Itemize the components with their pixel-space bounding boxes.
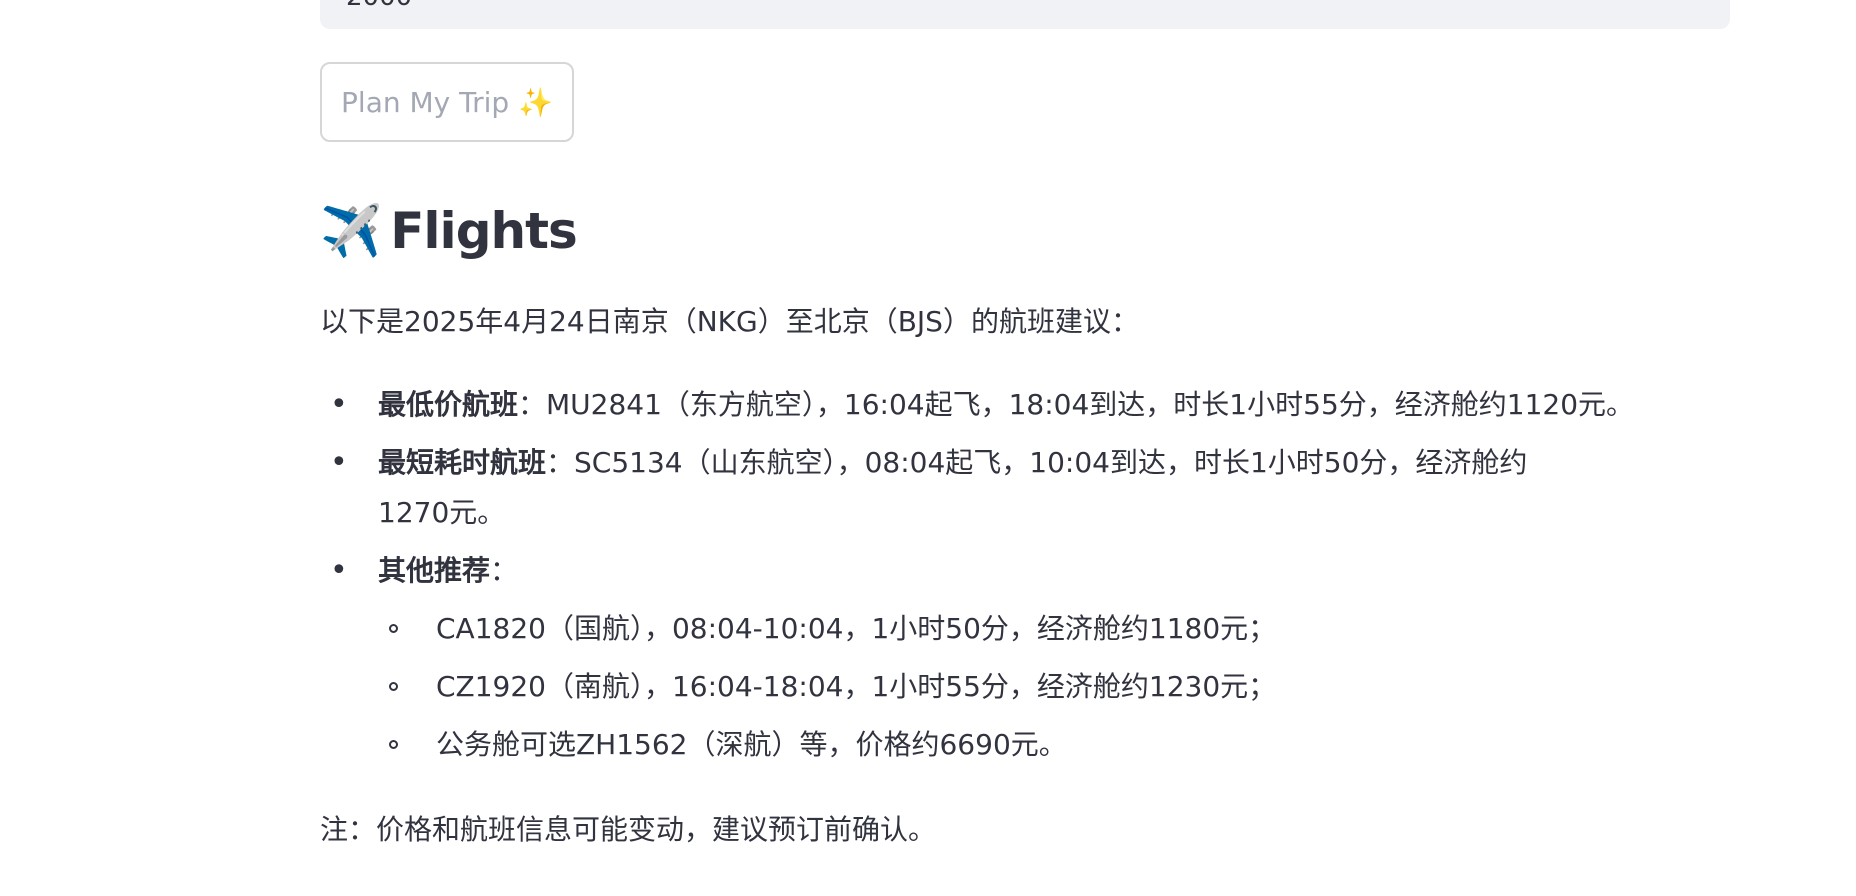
price-disclaimer-note: 注：价格和航班信息可能变动，建议预订前确认。 <box>320 813 937 846</box>
cheapest-flight-detail: ：MU2841（东方航空），16:04起飞，18:04到达，时长1小时55分，经… <box>518 388 1635 421</box>
airplane-icon: ✈️ <box>320 202 383 260</box>
page: 2000 Plan My Trip ✨ ✈️ Flights 以下是2025年4… <box>0 0 1856 896</box>
other-recommendations-label: 其他推荐 <box>378 554 491 587</box>
flight-suggestions-list: 最低价航班：MU2841（东方航空），16:04起飞，18:04到达，时长1小时… <box>320 380 1732 778</box>
budget-text-area[interactable]: 2000 <box>320 0 1730 29</box>
shortest-flight-detail: ：SC5134（山东航空），08:04起飞，10:04到达，时长1小时50分，经… <box>378 446 1528 529</box>
budget-text-area-value: 2000 <box>346 0 412 12</box>
flights-title: Flights <box>390 202 577 260</box>
cheapest-flight-item: 最低价航班：MU2841（东方航空），16:04起飞，18:04到达，时长1小时… <box>320 380 1732 430</box>
other-recommendations-list: CA1820（国航），08:04-10:04，1小时50分，经济舱约1180元；… <box>378 604 1732 770</box>
recommendation-item: 公务舱可选ZH1562（深航）等，价格约6690元。 <box>378 720 1732 770</box>
recommendation-item: CA1820（国航），08:04-10:04，1小时50分，经济舱约1180元； <box>378 604 1732 654</box>
other-recommendations-item: 其他推荐： CA1820（国航），08:04-10:04，1小时50分，经济舱约… <box>320 546 1732 770</box>
shortest-flight-item: 最短耗时航班：SC5134（山东航空），08:04起飞，10:04到达，时长1小… <box>320 438 1550 538</box>
shortest-flight-label: 最短耗时航班 <box>378 446 547 479</box>
cheapest-flight-label: 最低价航班 <box>378 388 519 421</box>
plan-my-trip-button[interactable]: Plan My Trip ✨ <box>320 62 574 142</box>
recommendation-item: CZ1920（南航），16:04-18:04，1小时55分，经济舱约1230元； <box>378 662 1732 712</box>
flights-heading: ✈️ Flights <box>320 198 578 264</box>
flights-intro: 以下是2025年4月24日南京（NKG）至北京（BJS）的航班建议： <box>320 305 1139 338</box>
other-recommendations-colon: ： <box>490 554 519 587</box>
